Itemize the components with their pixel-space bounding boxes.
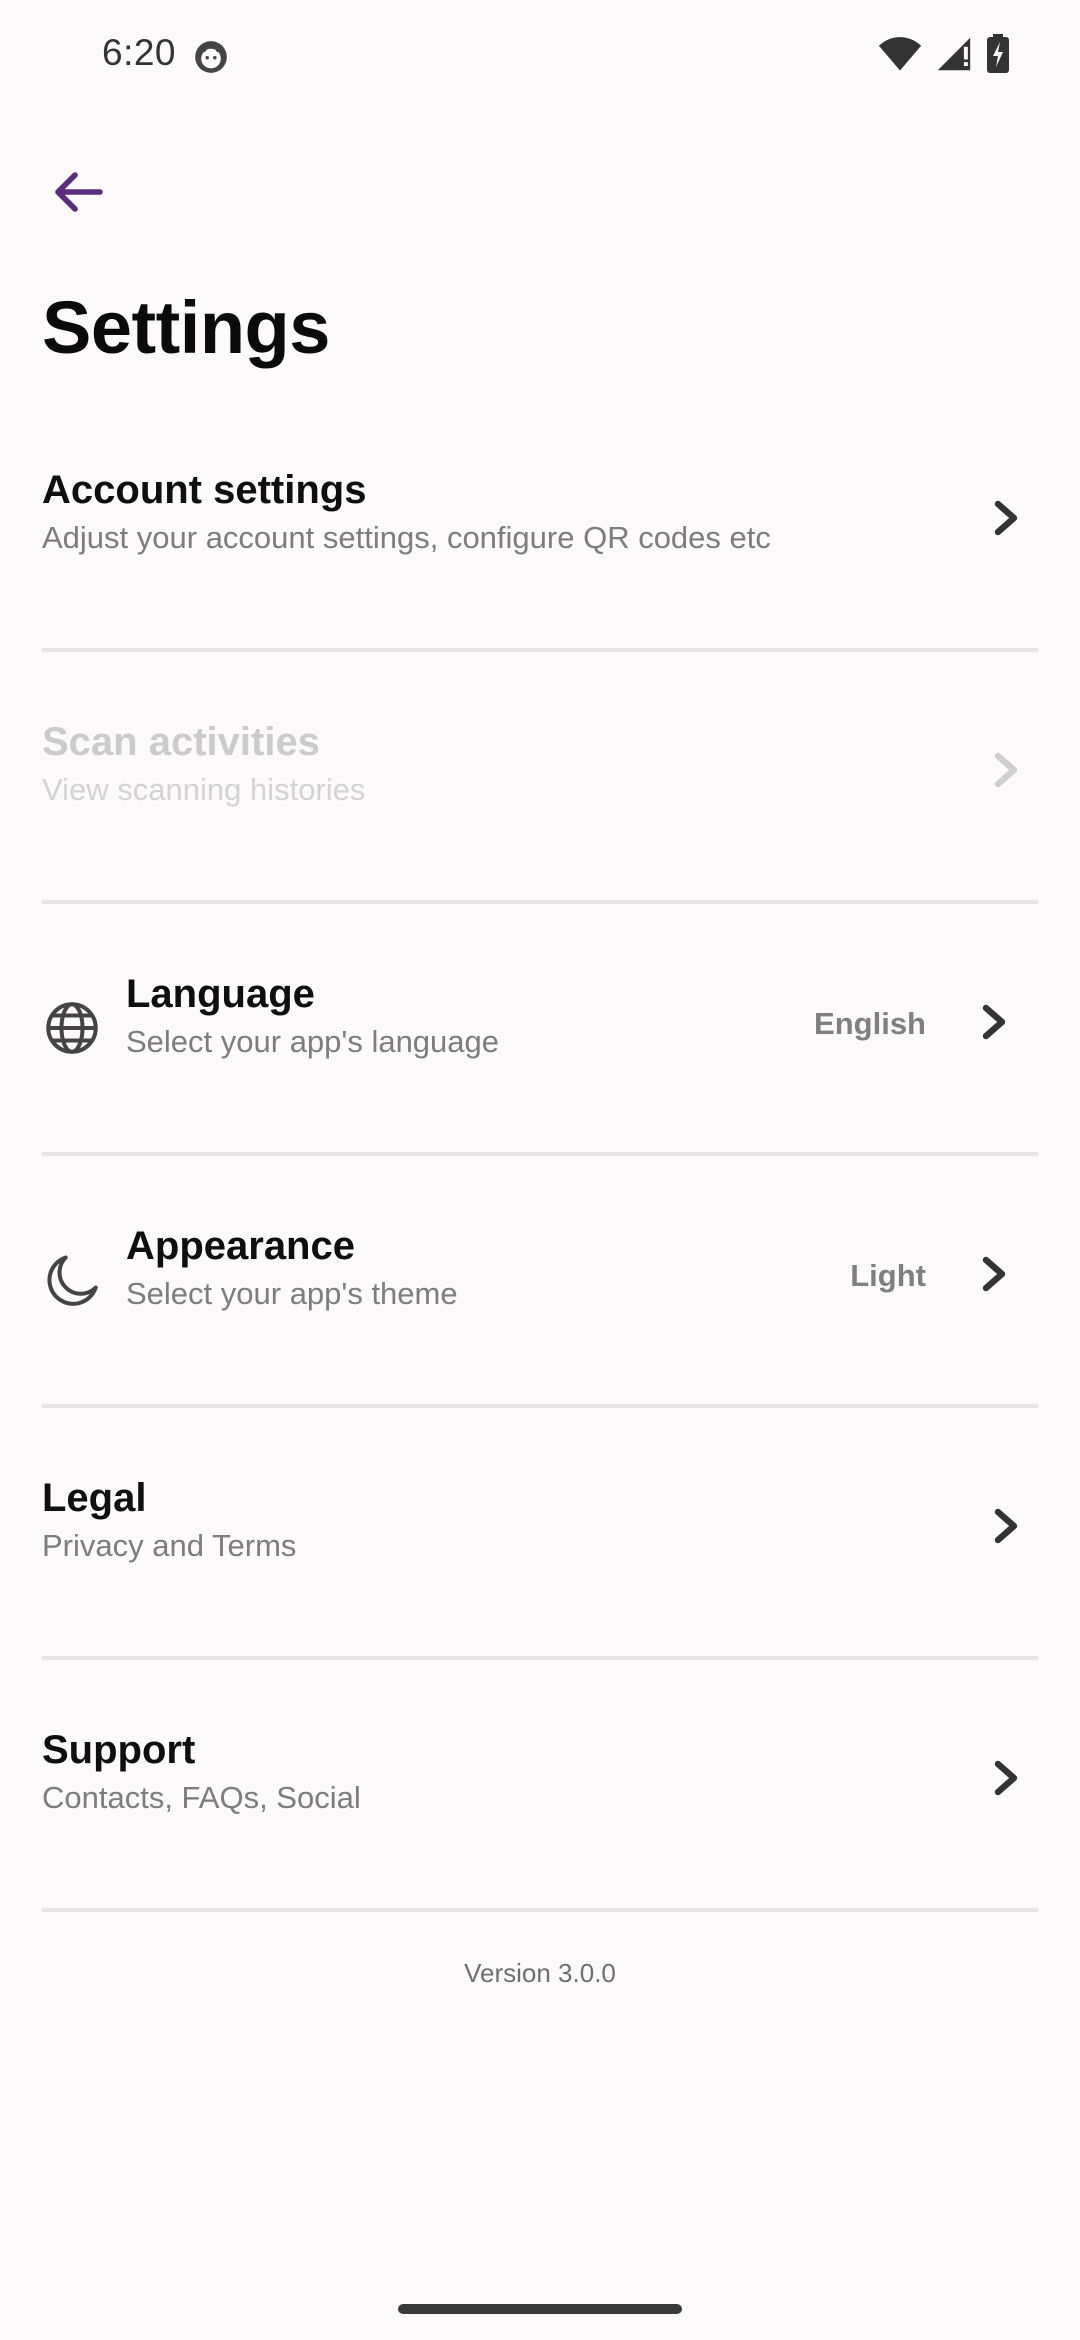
settings-screen: 6:20 Settings Account settings Adjust yo… [0,0,1080,2340]
account-settings-item[interactable]: Account settings Adjust your account set… [0,400,1080,652]
appearance-subtitle: Select your app's theme [126,1276,458,1311]
appearance-texts: Appearance Select your app's theme [126,1222,458,1314]
chevron-right-icon [994,1508,1018,1544]
scan-activities-title: Scan activities [42,720,320,764]
support-item[interactable]: Support Contacts, FAQs, Social [0,1660,1080,1912]
language-texts: Language Select your app's language [126,970,499,1062]
chevron-right-icon [982,1004,1006,1040]
back-button[interactable] [36,158,120,226]
settings-list: Account settings Adjust your account set… [0,400,1080,1912]
status-bar: 6:20 [0,0,1080,110]
chevron-right-icon [994,1760,1018,1796]
language-item[interactable]: Language Select your app's language Engl… [0,904,1080,1156]
battery-icon [987,34,1009,73]
version-label: Version 3.0.0 [464,1958,616,1988]
appearance-value: Light [850,1258,926,1293]
home-indicator[interactable] [398,2304,682,2314]
moon-icon [47,1255,98,1306]
appearance-title: Appearance [126,1224,355,1268]
language-subtitle: Select your app's language [126,1024,500,1059]
account-settings-texts: Account settings Adjust your account set… [42,466,771,558]
language-value: English [814,1006,926,1041]
language-title: Language [126,972,315,1016]
notification-icon [195,41,227,73]
appearance-item[interactable]: Appearance Select your app's theme Light [0,1156,1080,1408]
scan-activities-subtitle: View scanning histories [42,772,366,807]
scan-activities-item[interactable]: Scan activities View scanning histories [0,652,1080,904]
legal-title: Legal [42,1476,147,1520]
page-title: Settings [42,286,330,369]
account-settings-title: Account settings [42,468,367,512]
support-subtitle: Contacts, FAQs, Social [42,1780,361,1815]
chevron-right-icon [994,752,1018,788]
account-settings-subtitle: Adjust your account settings, configure … [42,520,771,555]
wifi-icon [878,37,922,71]
chevron-right-icon [982,1256,1006,1292]
divider [42,1908,1038,1912]
signal-icon [937,37,971,71]
legal-item[interactable]: Legal Privacy and Terms [0,1408,1080,1660]
status-time: 6:20 [102,32,177,73]
support-texts: Support Contacts, FAQs, Social [42,1726,361,1818]
back-arrow-icon [55,172,103,212]
support-title: Support [42,1728,196,1772]
status-icons [878,34,1010,74]
legal-subtitle: Privacy and Terms [42,1528,297,1563]
legal-texts: Legal Privacy and Terms [42,1474,296,1566]
chevron-right-icon [994,500,1018,536]
scan-activities-texts: Scan activities View scanning histories [42,718,365,810]
globe-icon [46,1002,98,1054]
